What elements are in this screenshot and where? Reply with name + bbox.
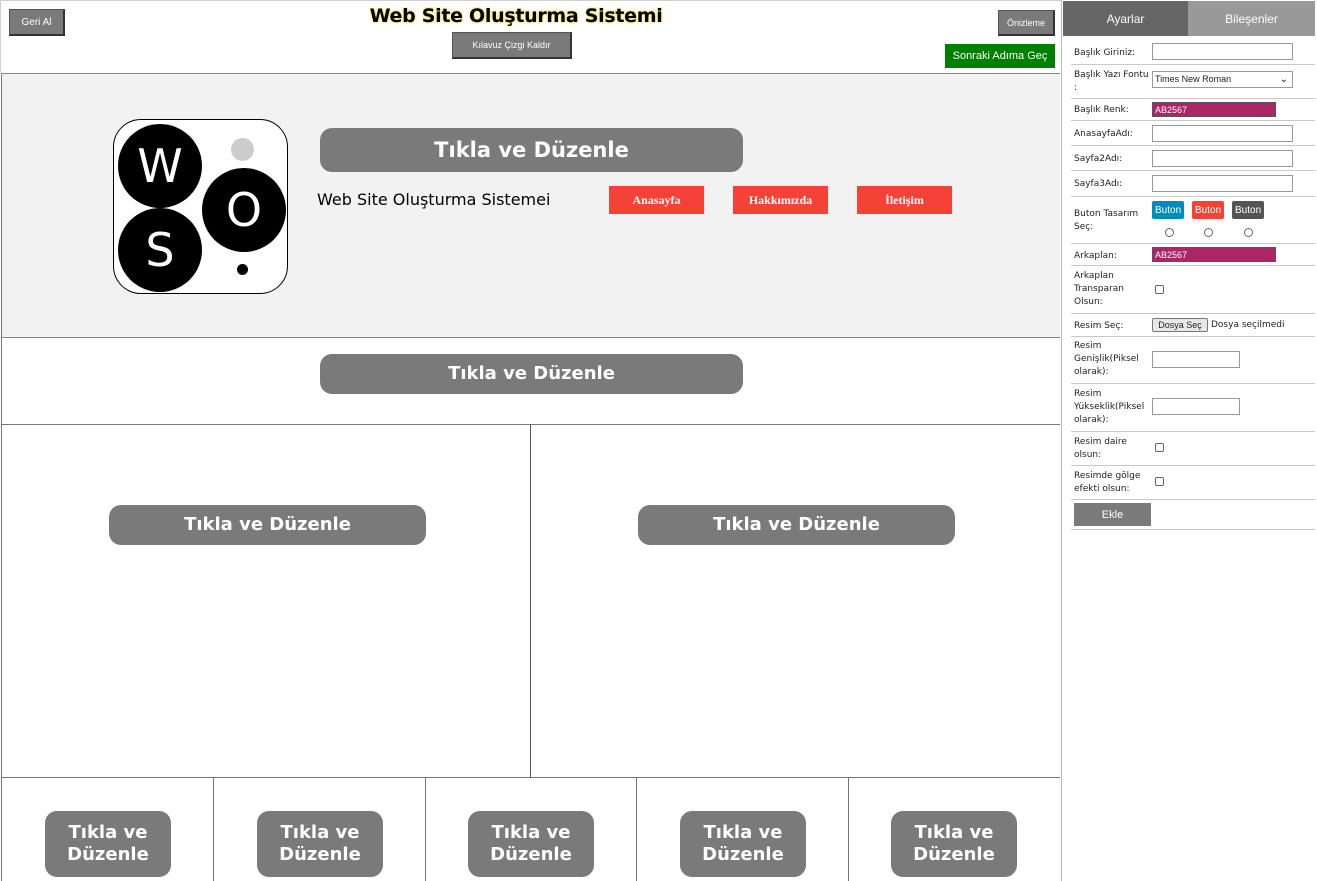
five-col-cell[interactable]: Tıkla ve Düzenle	[2, 778, 214, 881]
page2-name-label: Sayfa2Adı:	[1074, 154, 1123, 164]
row-page3-name: Sayfa3Adı:	[1071, 171, 1315, 197]
row-image-round: Resim daire olsun:	[1071, 432, 1315, 466]
remove-guides-button[interactable]: Kılavuz Çizgi Kaldır	[452, 32, 572, 59]
undo-button[interactable]: Geri Al	[9, 9, 65, 36]
image-height-input[interactable]	[1152, 398, 1240, 415]
choose-file-button[interactable]: Dosya Seç	[1152, 318, 1208, 332]
column-right[interactable]: Tıkla ve Düzenle	[532, 425, 1060, 777]
button-style-radio-1[interactable]	[1165, 228, 1174, 237]
site-name: Web Site Oluşturma Sistemei	[317, 190, 551, 209]
button-style-blue[interactable]: Buton	[1152, 201, 1185, 219]
row-title-color: Başlık Renk: AB2567	[1071, 99, 1315, 121]
add-button[interactable]: Ekle	[1074, 503, 1151, 526]
logo-letter-s: S	[118, 208, 202, 292]
title-color-input[interactable]: AB2567	[1152, 102, 1276, 117]
settings-panel: Ayarlar Bileşenler Başlık Giriniz: Başlı…	[1061, 0, 1317, 881]
image-shadow-label: Resimde gölge efekti olsun:	[1074, 471, 1141, 494]
row-title-font: Başlık Yazı Fontu : Times New Roman ⌄	[1071, 65, 1315, 99]
title-font-select[interactable]: Times New Roman ⌄	[1152, 71, 1293, 88]
button-design-label: Buton Tasarım Seç:	[1074, 209, 1139, 232]
logo-dot-gray	[231, 138, 254, 161]
five-col-cell[interactable]: Tıkla ve Düzenle	[637, 778, 849, 881]
header-edit-button[interactable]: Tıkla ve Düzenle	[320, 128, 743, 172]
row-page2-name: Sayfa2Adı:	[1071, 146, 1315, 171]
page3-name-label: Sayfa3Adı:	[1074, 179, 1123, 189]
nav-button-contact[interactable]: İletişim	[857, 186, 952, 214]
title-input[interactable]	[1152, 43, 1293, 60]
chevron-down-icon: ⌄	[1279, 74, 1288, 85]
logo-dot-black	[237, 264, 248, 275]
five-col-edit-button[interactable]: Tıkla ve Düzenle	[257, 811, 383, 877]
row-image-width: Resim Genişlik(Piksel olarak):	[1071, 337, 1315, 384]
column-left[interactable]: Tıkla ve Düzenle	[2, 425, 531, 777]
image-width-input[interactable]	[1152, 351, 1240, 368]
preview-button[interactable]: Önizleme	[998, 10, 1055, 36]
image-round-label: Resim daire olsun:	[1074, 437, 1127, 460]
row-title-input: Başlık Giriniz:	[1071, 40, 1315, 65]
button-style-radio-3[interactable]	[1244, 228, 1253, 237]
row-image-shadow: Resimde gölge efekti olsun:	[1071, 466, 1315, 500]
five-col-edit-button[interactable]: Tıkla ve Düzenle	[891, 811, 1017, 877]
bg-transparent-checkbox[interactable]	[1155, 285, 1164, 294]
five-col-cell[interactable]: Tıkla ve Düzenle	[849, 778, 1060, 881]
row-home-name: AnasayfaAdı:	[1071, 121, 1315, 146]
row-image-height: Resim Yükseklik(Piksel olarak):	[1071, 384, 1315, 432]
row-image-pick: Resim Seç: Dosya Seç Dosya seçilmedi	[1071, 314, 1315, 337]
five-col-edit-button[interactable]: Tıkla ve Düzenle	[680, 811, 806, 877]
image-shadow-checkbox[interactable]	[1155, 477, 1164, 486]
button-style-dark[interactable]: Buton	[1232, 201, 1265, 219]
five-col-cell[interactable]: Tıkla ve Düzenle	[426, 778, 637, 881]
header-section[interactable]: W O S Tıkla ve Düzenle Web Site Oluşturm…	[2, 73, 1060, 338]
five-column-section: Tıkla ve Düzenle Tıkla ve Düzenle Tıkla …	[2, 778, 1060, 881]
image-pick-label: Resim Seç:	[1074, 321, 1124, 331]
tab-settings[interactable]: Ayarlar	[1063, 1, 1188, 36]
background-label: Arkaplan:	[1074, 251, 1117, 261]
editor-canvas: W O S Tıkla ve Düzenle Web Site Oluşturm…	[1, 73, 1060, 881]
page2-name-input[interactable]	[1152, 150, 1293, 167]
top-toolbar: Geri Al Web Site Oluşturma Sistemi Kılav…	[0, 0, 1061, 73]
row-bg-transparent: Arkaplan Transparan Olsun:	[1071, 266, 1315, 314]
title-section[interactable]: Tıkla ve Düzenle	[2, 338, 1060, 425]
file-status: Dosya seçilmedi	[1211, 320, 1285, 330]
nav-button-home[interactable]: Anasayfa	[609, 186, 704, 214]
row-button-design: Buton Tasarım Seç: Buton Buton Buton	[1071, 197, 1315, 244]
button-style-radio-2[interactable]	[1204, 228, 1213, 237]
title-font-label: Başlık Yazı Fontu :	[1074, 70, 1149, 93]
column-right-edit-button[interactable]: Tıkla ve Düzenle	[638, 505, 955, 545]
five-col-edit-button[interactable]: Tıkla ve Düzenle	[45, 811, 171, 877]
image-width-label: Resim Genişlik(Piksel olarak):	[1074, 341, 1139, 377]
image-round-checkbox[interactable]	[1155, 443, 1164, 452]
logo-image[interactable]: W O S	[113, 119, 288, 294]
nav-button-about[interactable]: Hakkımızda	[733, 186, 828, 214]
home-name-label: AnasayfaAdı:	[1074, 129, 1133, 139]
row-background: Arkaplan: AB2567	[1071, 244, 1315, 266]
two-column-section: Tıkla ve Düzenle Tıkla ve Düzenle	[2, 425, 1060, 778]
next-step-button[interactable]: Sonraki Adıma Geç	[945, 44, 1055, 68]
tab-components[interactable]: Bileşenler	[1188, 1, 1315, 36]
title-font-value: Times New Roman	[1155, 74, 1232, 84]
page-title: Web Site Oluşturma Sistemi	[369, 5, 663, 27]
five-col-edit-button[interactable]: Tıkla ve Düzenle	[468, 811, 594, 877]
logo-letter-w: W	[118, 124, 202, 208]
title-edit-button[interactable]: Tıkla ve Düzenle	[320, 354, 743, 394]
image-height-label: Resim Yükseklik(Piksel olarak):	[1074, 389, 1145, 425]
bg-transparent-label: Arkaplan Transparan Olsun:	[1074, 271, 1124, 307]
button-style-red[interactable]: Buton	[1192, 201, 1225, 219]
title-input-label: Başlık Giriniz:	[1074, 48, 1136, 58]
app-root: Geri Al Web Site Oluşturma Sistemi Kılav…	[0, 0, 1317, 881]
logo-letter-o: O	[202, 168, 286, 252]
title-color-label: Başlık Renk:	[1074, 105, 1129, 115]
column-left-edit-button[interactable]: Tıkla ve Düzenle	[109, 505, 426, 545]
five-col-cell[interactable]: Tıkla ve Düzenle	[214, 778, 426, 881]
home-name-input[interactable]	[1152, 125, 1293, 142]
page3-name-input[interactable]	[1152, 175, 1293, 192]
background-color-input[interactable]: AB2567	[1152, 247, 1276, 262]
